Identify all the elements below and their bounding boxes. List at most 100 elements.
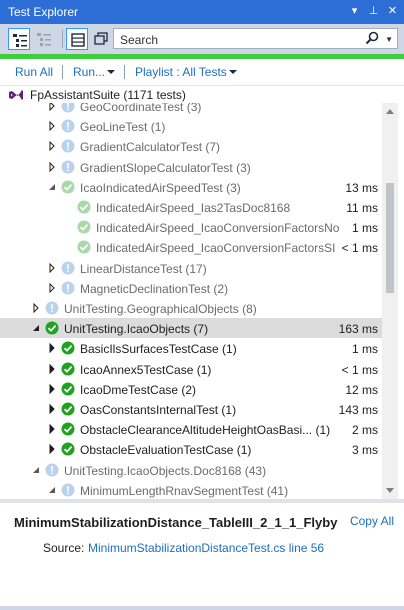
test-tree-row[interactable]: BasicIlsSurfacesTestCase (1) 1 ms	[0, 338, 382, 358]
test-duration: 11 ms	[346, 201, 378, 215]
test-details-pane: MinimumStabilizationDistance_TableIII_2_…	[0, 503, 404, 610]
test-name-label: GeoCoordinateTest (3)	[80, 103, 202, 114]
collapse-arrow-icon[interactable]	[30, 464, 42, 476]
test-tree-row[interactable]: GeoLineTest (1)	[0, 116, 382, 136]
test-tree-row[interactable]: IcaoIndicatedAirSpeedTest (3) 13 ms	[0, 177, 382, 197]
output-icon	[71, 33, 85, 47]
test-tree-row[interactable]: ObstacleEvaluationTestCase (1) 3 ms	[0, 439, 382, 459]
actions-bar: Run All Run... Playlist : All Tests	[0, 59, 404, 86]
test-tree-row[interactable]: IcaoAnnex5TestCase (1) < 1 ms	[0, 359, 382, 379]
visual-studio-project-icon	[9, 90, 23, 100]
not-run-icon	[45, 301, 59, 315]
passed-check-icon	[77, 200, 91, 214]
passed-check-icon	[61, 382, 75, 396]
test-tree-row[interactable]: MagneticDeclinationTest (2)	[0, 278, 382, 298]
run-link[interactable]: Run...	[73, 65, 105, 79]
tree-scrollbar[interactable]	[382, 103, 398, 499]
test-tree-row[interactable]: IndicatedAirSpeed_IcaoConversionFactorsN…	[0, 217, 382, 237]
expand-arrow-icon[interactable]	[46, 443, 58, 455]
passed-check-icon	[61, 362, 75, 376]
hierarchy-icon	[13, 34, 27, 47]
test-name-label: LinearDistanceTest (17)	[80, 261, 207, 276]
not-run-icon	[61, 483, 75, 497]
test-tree-row[interactable]: GradientCalculatorTest (7)	[0, 136, 382, 156]
new-window-button[interactable]	[90, 28, 112, 50]
test-tree-row[interactable]: ObstacleClearanceAltitudeHeightOasBasi..…	[0, 419, 382, 439]
test-tree-row[interactable]: IndicatedAirSpeed_IcaoConversionFactorsS…	[0, 237, 382, 257]
playlist-dropdown-icon[interactable]	[229, 70, 237, 74]
expand-arrow-icon[interactable]	[46, 262, 58, 274]
group-by-hierarchy-button[interactable]	[8, 28, 30, 50]
expand-arrow-icon[interactable]	[46, 140, 58, 152]
test-name-label: GradientSlopeCalculatorTest (3)	[80, 160, 251, 175]
search-icon[interactable]	[365, 31, 379, 45]
copy-all-link[interactable]: Copy All	[350, 514, 394, 528]
passed-check-icon	[61, 341, 75, 355]
test-tree-row[interactable]: UnitTesting.GeographicalObjects (8)	[0, 298, 382, 318]
scroll-up-icon[interactable]	[386, 109, 394, 114]
test-tree-row[interactable]: IndicatedAirSpeed_Ias2TasDoc8168 11 ms	[0, 197, 382, 217]
test-name-label: IcaoDmeTestCase (2)	[80, 382, 197, 397]
expand-arrow-icon[interactable]	[46, 342, 58, 354]
expand-arrow-icon[interactable]	[46, 103, 58, 112]
collapse-arrow-icon[interactable]	[30, 322, 42, 334]
test-duration: 13 ms	[345, 180, 378, 195]
expand-arrow-icon[interactable]	[46, 383, 58, 395]
collapse-arrow-icon[interactable]	[46, 181, 58, 193]
test-duration: < 1 ms	[341, 362, 378, 377]
expand-arrow-icon[interactable]	[30, 302, 42, 314]
test-tree-row[interactable]: GradientSlopeCalculatorTest (3)	[0, 157, 382, 177]
actions-separator	[124, 65, 125, 79]
not-run-icon	[61, 160, 75, 174]
show-output-button[interactable]	[66, 28, 88, 50]
playlist-link[interactable]: Playlist : All Tests	[135, 65, 227, 79]
test-tree-row[interactable]: GeoCoordinateTest (3)	[0, 103, 382, 116]
test-tree-row[interactable]: LinearDistanceTest (17)	[0, 258, 382, 278]
test-tree-row[interactable]: UnitTesting.IcaoObjects (7) 163 ms	[0, 318, 382, 339]
expand-arrow-icon[interactable]	[46, 120, 58, 132]
passed-check-icon	[61, 402, 75, 416]
not-run-icon	[45, 463, 59, 477]
test-duration: 1 ms	[351, 342, 378, 357]
test-name-label: OasConstantsInternalTest (1)	[80, 403, 237, 417]
passed-check-icon	[77, 240, 91, 254]
expand-arrow-icon[interactable]	[46, 363, 58, 375]
test-name-label: BasicIlsSurfacesTestCase (1)	[80, 342, 237, 357]
test-name-label: MinimumLengthRnavSegmentTest (41)	[80, 483, 289, 498]
close-icon[interactable]: ✕	[387, 4, 398, 17]
collapse-arrow-icon[interactable]	[46, 484, 58, 496]
passed-check-icon	[61, 180, 75, 194]
scrollbar-thumb[interactable]	[386, 183, 394, 293]
test-duration: 2 ms	[351, 423, 378, 438]
list-group-icon	[37, 33, 51, 46]
test-duration: 1 ms	[351, 221, 378, 236]
group-by-list-button[interactable]	[33, 28, 55, 50]
test-tree-row[interactable]: UnitTesting.IcaoObjects.Doc8168 (43)	[0, 460, 382, 480]
expand-arrow-icon[interactable]	[46, 423, 58, 435]
test-suite-row[interactable]: FpAssistantSuite (1171 tests)	[0, 85, 404, 105]
pin-icon[interactable]: ⊥	[368, 4, 379, 17]
expand-arrow-icon[interactable]	[46, 161, 58, 173]
test-suite-name: FpAssistantSuite (1171 tests)	[30, 88, 186, 102]
run-dropdown-icon[interactable]	[107, 70, 115, 74]
expand-arrow-icon[interactable]	[46, 282, 58, 294]
test-name-label: IndicatedAirSpeed_Ias2TasDoc8168	[96, 201, 291, 215]
test-duration: < 1 ms	[341, 241, 378, 256]
test-tree: GeoCoordinateTest (3) GeoLineTest (1) Grad…	[0, 103, 382, 499]
test-name-label: MagneticDeclinationTest (2)	[80, 281, 229, 296]
dropdown-menu-icon[interactable]: ▾	[349, 4, 360, 17]
test-tree-row[interactable]: OasConstantsInternalTest (1) 143 ms	[0, 399, 382, 419]
expand-arrow-icon[interactable]	[46, 403, 58, 415]
test-name-label: IcaoIndicatedAirSpeedTest (3)	[80, 180, 241, 195]
passed-check-icon	[61, 422, 75, 436]
test-name-label: IndicatedAirSpeed_IcaoConversionFactorsN…	[96, 221, 339, 236]
scroll-down-icon[interactable]	[386, 488, 394, 493]
run-all-link[interactable]: Run All	[15, 65, 53, 79]
test-tree-row[interactable]: IcaoDmeTestCase (2) 12 ms	[0, 379, 382, 399]
search-input[interactable]	[118, 30, 362, 49]
source-link[interactable]: MinimumStabilizationDistanceTest.cs line…	[88, 541, 324, 555]
not-run-icon	[61, 261, 75, 275]
test-name-label: GeoLineTest (1)	[80, 120, 166, 135]
search-options-dropdown-icon[interactable]: ▼	[385, 35, 393, 44]
test-tree-row[interactable]: MinimumLengthRnavSegmentTest (41)	[0, 480, 382, 499]
